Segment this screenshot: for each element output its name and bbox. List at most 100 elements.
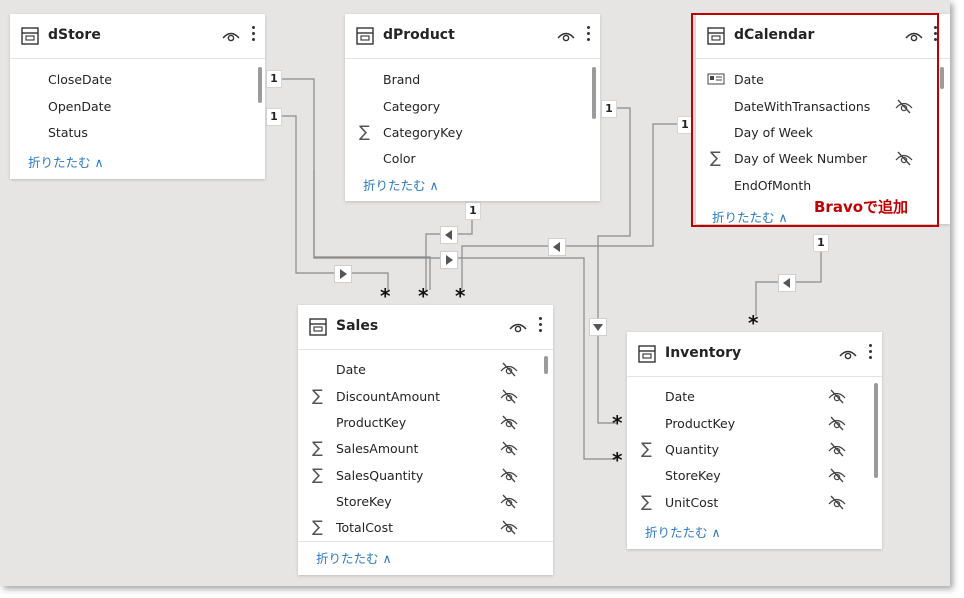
scrollbar[interactable] (544, 356, 548, 374)
field-name: CloseDate (48, 72, 112, 87)
field-name: TotalCost (336, 520, 393, 535)
arrow-right-icon (340, 269, 347, 279)
scrollbar[interactable] (258, 67, 262, 103)
hidden-field-icon[interactable] (499, 361, 519, 377)
table-title: Sales (336, 318, 379, 334)
field-row[interactable]: Category (345, 93, 600, 119)
field-name: OpenDate (48, 99, 112, 114)
divider (298, 541, 553, 542)
more-options-icon[interactable] (250, 26, 256, 44)
sigma-icon: ∑ (312, 517, 323, 536)
field-row[interactable]: ∑ CategoryKey (345, 119, 600, 145)
hidden-field-icon[interactable] (827, 388, 847, 404)
more-options-icon[interactable] (867, 344, 873, 362)
field-row[interactable]: StoreKey (627, 462, 882, 488)
cardinality-one: 1 (266, 108, 282, 126)
scrollbar[interactable] (874, 383, 878, 478)
cardinality-many: * (612, 448, 623, 472)
sigma-icon: ∑ (312, 465, 323, 484)
table-card-header[interactable]: dStore (10, 14, 265, 59)
field-row[interactable]: ∑ DiscountAmount (298, 383, 553, 409)
table-title: dStore (48, 27, 101, 43)
field-row[interactable]: Date (627, 383, 882, 409)
eye-icon[interactable] (557, 29, 575, 43)
field-row[interactable]: OpenDate (10, 93, 265, 119)
hidden-field-icon[interactable] (827, 494, 847, 510)
field-row[interactable]: Status (10, 119, 265, 145)
collapse-link[interactable]: 折りたたむ ∧ (316, 548, 392, 567)
hidden-field-icon[interactable] (499, 519, 519, 535)
scrollbar[interactable] (940, 67, 944, 89)
eye-icon[interactable] (839, 347, 857, 361)
more-options-icon[interactable] (537, 317, 543, 335)
hidden-field-icon[interactable] (827, 441, 847, 457)
cardinality-one: 1 (813, 234, 829, 252)
field-name: StoreKey (336, 494, 392, 509)
filter-direction-arrow[interactable] (589, 318, 607, 336)
collapse-link[interactable]: 折りたたむ ∧ (645, 522, 721, 541)
table-card-dstore[interactable]: dStore CloseDate OpenDate Status 折りたたむ ∧ (10, 14, 265, 179)
table-title: Inventory (665, 345, 742, 361)
cardinality-one: 1 (601, 100, 617, 118)
sigma-icon: ∑ (641, 439, 652, 458)
field-row[interactable]: ∑ SalesAmount (298, 435, 553, 461)
field-name: Status (48, 125, 88, 140)
sigma-icon: ∑ (641, 492, 652, 511)
filter-direction-arrow[interactable] (548, 238, 566, 256)
table-card-dproduct[interactable]: dProduct Brand Category ∑ CategoryKey Col… (345, 14, 600, 201)
field-row[interactable]: CloseDate (10, 66, 265, 92)
field-row[interactable]: ∑ SalesQuantity (298, 462, 553, 488)
field-row[interactable]: StoreKey (298, 488, 553, 514)
field-name: Date (665, 389, 695, 404)
field-row[interactable]: Color (345, 145, 600, 171)
field-name: Brand (383, 72, 421, 87)
collapse-link[interactable]: 折りたたむ ∧ (28, 152, 104, 171)
field-name: CategoryKey (383, 125, 463, 140)
filter-direction-arrow[interactable] (440, 226, 458, 244)
highlight-frame (691, 13, 939, 227)
hidden-field-icon[interactable] (499, 467, 519, 483)
arrow-left-icon (783, 278, 790, 288)
arrow-left-icon (445, 230, 452, 240)
eye-icon[interactable] (509, 320, 527, 334)
filter-direction-arrow[interactable] (440, 251, 458, 269)
field-row[interactable]: ∑ Quantity (627, 436, 882, 462)
field-row[interactable]: ProductKey (627, 410, 882, 436)
model-canvas[interactable]: 1 1 1 1 1 1 * * * * * * dStore CloseDate… (0, 0, 950, 586)
field-name: StoreKey (665, 468, 721, 483)
filter-direction-arrow[interactable] (334, 265, 352, 283)
table-card-header[interactable]: dProduct (345, 14, 600, 59)
scrollbar[interactable] (592, 67, 596, 119)
field-row[interactable]: ∑ TotalCost (298, 514, 553, 540)
hidden-field-icon[interactable] (499, 388, 519, 404)
hidden-field-icon[interactable] (499, 440, 519, 456)
field-name: ProductKey (665, 416, 736, 431)
hidden-field-icon[interactable] (827, 415, 847, 431)
field-name: UnitCost (665, 495, 719, 510)
sigma-icon: ∑ (359, 122, 370, 141)
table-card-header[interactable]: Sales (298, 305, 553, 350)
field-row[interactable]: ProductKey (298, 409, 553, 435)
hidden-field-icon[interactable] (499, 414, 519, 430)
more-options-icon[interactable] (585, 26, 591, 44)
hidden-field-icon[interactable] (827, 467, 847, 483)
field-name: SalesQuantity (336, 468, 424, 483)
table-title: dProduct (383, 27, 455, 43)
arrow-down-icon (593, 324, 603, 331)
field-name: Category (383, 99, 441, 114)
collapse-link[interactable]: 折りたたむ ∧ (363, 175, 439, 194)
field-name: Date (336, 362, 366, 377)
field-row[interactable]: ∑ UnitCost (627, 489, 882, 515)
table-card-inventory[interactable]: Inventory Date ProductKey ∑ Quantity Sto… (627, 332, 882, 549)
field-row[interactable]: Date (298, 356, 553, 382)
sigma-icon: ∑ (312, 438, 323, 457)
arrow-right-icon (446, 255, 453, 265)
filter-direction-arrow[interactable] (778, 274, 796, 292)
eye-icon[interactable] (222, 29, 240, 43)
hidden-field-icon[interactable] (499, 493, 519, 509)
cardinality-one: 1 (266, 70, 282, 88)
field-name: SalesAmount (336, 441, 419, 456)
table-card-sales[interactable]: Sales Date ∑ DiscountAmount ProductKey ∑… (298, 305, 553, 575)
table-card-header[interactable]: Inventory (627, 332, 882, 377)
field-row[interactable]: Brand (345, 66, 600, 92)
